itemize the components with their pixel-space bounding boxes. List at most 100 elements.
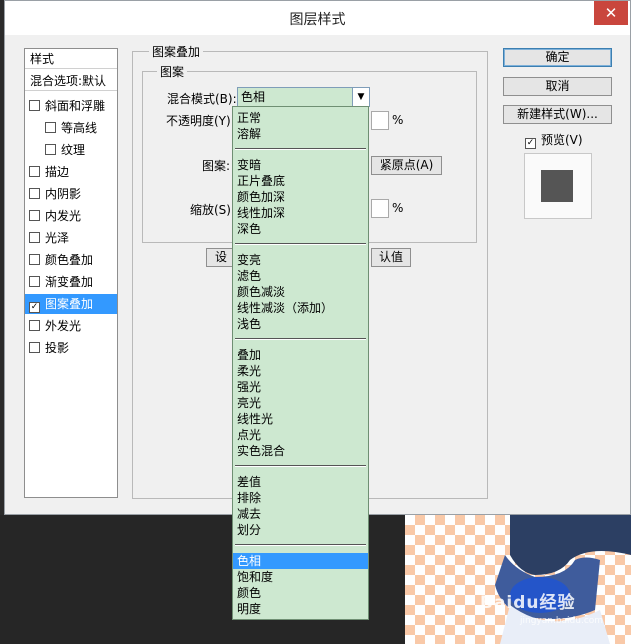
style-list-item[interactable]: 光泽 — [25, 228, 117, 248]
reset-default-button[interactable]: 认值 — [371, 248, 411, 267]
pattern-overlay-title: 图案叠加 — [149, 43, 204, 60]
checkbox-checked-icon[interactable]: ✓ — [29, 302, 40, 313]
preview-label: 预览(V) — [541, 133, 583, 147]
blend-mode-option[interactable]: 明度 — [233, 601, 368, 617]
scale-percent: % — [392, 201, 404, 215]
style-list-item[interactable]: 渐变叠加 — [25, 272, 117, 292]
blend-mode-option[interactable]: 深色 — [233, 221, 368, 237]
style-list-item-label: 图案叠加 — [45, 297, 94, 311]
ok-label: 确定 — [545, 50, 570, 64]
checkbox-icon[interactable] — [29, 188, 40, 199]
preview-check-icon[interactable]: ✓ — [525, 138, 536, 149]
preview-swatch — [541, 170, 573, 202]
blend-mode-option[interactable]: 变暗 — [233, 157, 368, 173]
blend-mode-option[interactable]: 正片叠底 — [233, 173, 368, 189]
close-icon: ✕ — [604, 4, 618, 22]
style-list-header[interactable]: 样式 — [25, 49, 117, 69]
checkbox-icon[interactable] — [29, 166, 40, 177]
style-list-item[interactable]: 投影 — [25, 338, 117, 358]
style-list-item[interactable]: 纹理 — [25, 140, 117, 160]
blend-mode-option[interactable]: 线性光 — [233, 411, 368, 427]
blend-mode-option[interactable]: 颜色加深 — [233, 189, 368, 205]
checkbox-icon[interactable] — [29, 232, 40, 243]
blend-mode-option[interactable]: 色相 — [233, 553, 368, 569]
checkbox-icon[interactable] — [29, 210, 40, 221]
style-list-item[interactable]: 等高线 — [25, 118, 117, 138]
style-list-item-label: 纹理 — [61, 143, 86, 157]
watermark-url: jingyan.baidu.com — [520, 616, 604, 626]
cancel-label: 取消 — [545, 79, 570, 93]
chevron-down-icon[interactable]: ▼ — [352, 88, 369, 106]
style-list-item[interactable]: 描边 — [25, 162, 117, 182]
checkbox-icon[interactable] — [45, 122, 56, 133]
new-style-button[interactable]: 新建样式(W)... — [503, 105, 612, 124]
dropdown-separator — [235, 243, 366, 245]
blend-mode-option[interactable]: 滤色 — [233, 268, 368, 284]
style-list-item[interactable]: 外发光 — [25, 316, 117, 336]
blend-mode-option[interactable]: 线性减淡（添加） — [233, 300, 368, 316]
style-preview — [524, 153, 592, 219]
blend-options-item[interactable]: 混合选项:默认 — [25, 71, 117, 91]
snap-to-origin-button[interactable]: 紧原点(A) — [371, 156, 442, 175]
scale-input[interactable] — [371, 199, 389, 218]
style-list-item-label: 等高线 — [61, 121, 98, 135]
snap-to-origin-label: 紧原点(A) — [379, 158, 434, 172]
pattern-label: 图案: — [202, 159, 231, 173]
title-bar[interactable]: 图层样式 ✕ — [5, 1, 630, 35]
blend-mode-option[interactable]: 正常 — [233, 110, 368, 126]
blend-mode-option[interactable]: 叠加 — [233, 347, 368, 363]
style-list: 样式 混合选项:默认 斜面和浮雕等高线纹理描边内阴影内发光光泽颜色叠加渐变叠加 ✓… — [24, 48, 118, 498]
blend-mode-option[interactable]: 点光 — [233, 427, 368, 443]
dropdown-separator — [235, 338, 366, 340]
blend-mode-label: 混合模式(B): — [167, 92, 237, 106]
blend-mode-option[interactable]: 颜色减淡 — [233, 284, 368, 300]
blend-mode-option[interactable]: 划分 — [233, 522, 368, 538]
blend-mode-option[interactable]: 饱和度 — [233, 569, 368, 585]
style-list-item-label: 渐变叠加 — [45, 275, 94, 289]
style-list-item-label: 颜色叠加 — [45, 253, 94, 267]
checkbox-icon[interactable] — [29, 254, 40, 265]
blend-mode-option[interactable]: 实色混合 — [233, 443, 368, 459]
cancel-button[interactable]: 取消 — [503, 77, 612, 96]
blend-mode-select[interactable]: 色相 ▼ — [237, 87, 370, 107]
blend-mode-option[interactable]: 线性加深 — [233, 205, 368, 221]
style-list-item[interactable]: 颜色叠加 — [25, 250, 117, 270]
style-list-item[interactable]: 斜面和浮雕 — [25, 96, 117, 116]
blend-mode-option[interactable]: 浅色 — [233, 316, 368, 332]
checkbox-icon[interactable] — [29, 100, 40, 111]
checkbox-icon[interactable] — [45, 144, 56, 155]
checkbox-icon[interactable] — [29, 276, 40, 287]
blend-mode-option[interactable]: 颜色 — [233, 585, 368, 601]
style-list-item-label: 光泽 — [45, 231, 70, 245]
opacity-input[interactable] — [371, 111, 389, 130]
style-list-item-label: 内阴影 — [45, 187, 82, 201]
dropdown-separator — [235, 544, 366, 546]
dialog-title: 图层样式 — [289, 12, 346, 28]
ok-button[interactable]: 确定 — [503, 48, 612, 67]
blend-mode-option[interactable]: 溶解 — [233, 126, 368, 142]
blend-mode-value: 色相 — [241, 90, 266, 104]
style-list-item[interactable]: 内发光 — [25, 206, 117, 226]
opacity-label: 不透明度(Y): — [166, 114, 235, 128]
blend-mode-option[interactable]: 强光 — [233, 379, 368, 395]
blend-mode-option[interactable]: 亮光 — [233, 395, 368, 411]
watermark: Baidu经验 — [480, 593, 576, 613]
blend-mode-option[interactable]: 差值 — [233, 474, 368, 490]
style-list-item-label: 斜面和浮雕 — [45, 99, 106, 113]
checkbox-icon[interactable] — [29, 342, 40, 353]
preview-checkbox[interactable]: ✓ 预览(V) — [525, 131, 583, 149]
style-list-item[interactable]: ✓ 图案叠加 — [25, 294, 117, 314]
make-default-label: 设 — [214, 250, 227, 264]
close-button[interactable]: ✕ — [594, 1, 628, 25]
dropdown-separator — [235, 148, 366, 150]
blend-mode-option[interactable]: 排除 — [233, 490, 368, 506]
style-list-item[interactable]: 内阴影 — [25, 184, 117, 204]
pattern-subgroup-title: 图案 — [157, 63, 188, 80]
style-list-item-label: 外发光 — [45, 319, 82, 333]
style-list-item-label: 投影 — [45, 341, 70, 355]
blend-mode-option[interactable]: 柔光 — [233, 363, 368, 379]
checkbox-icon[interactable] — [29, 320, 40, 331]
blend-mode-option[interactable]: 变亮 — [233, 252, 368, 268]
reset-default-label: 认值 — [378, 250, 403, 264]
blend-mode-option[interactable]: 减去 — [233, 506, 368, 522]
